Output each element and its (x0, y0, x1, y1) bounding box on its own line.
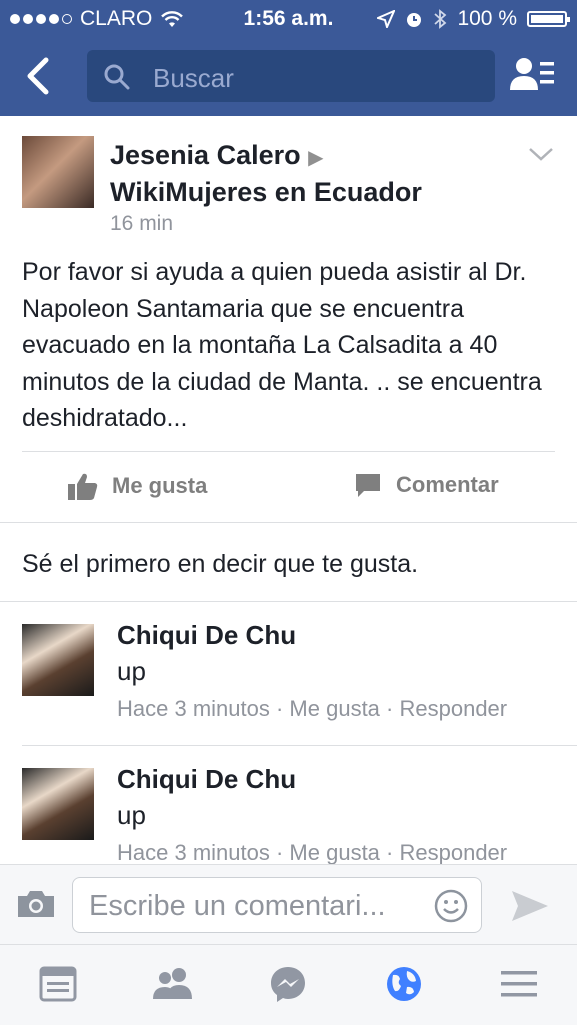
thumbs-up-icon (68, 473, 98, 500)
search-placeholder: Buscar (153, 63, 234, 93)
post-text: Por favor si ayuda a quien pueda asistir… (22, 258, 542, 432)
comment-text: up (117, 656, 146, 686)
emoji-icon[interactable] (433, 888, 469, 924)
camera-icon[interactable] (16, 889, 56, 919)
comment-reply-link[interactable]: Responder (399, 840, 507, 865)
comment-time: Hace 3 minutos (117, 840, 270, 865)
comment-like-link[interactable]: Me gusta (289, 840, 380, 865)
messenger-icon[interactable] (269, 965, 307, 1003)
post-header: Jesenia Calero ▶ WikiMujeres en Ecuador (110, 138, 530, 209)
battery-icon (527, 11, 570, 27)
bluetooth-icon (434, 9, 447, 29)
group-name[interactable]: WikiMujeres en Ecuador (110, 177, 422, 207)
comment-meta: Hace 3 minutos · Me gusta · Responder (117, 696, 508, 721)
comment-item: Chiqui De Chu up Hace 3 minutos · Me gus… (0, 602, 577, 742)
commenter-avatar[interactable] (22, 624, 94, 696)
play-arrow-icon: ▶ (308, 147, 324, 169)
author-name[interactable]: Jesenia Calero (110, 140, 301, 170)
alarm-icon (407, 13, 422, 27)
comment-like-link[interactable]: Me gusta (289, 696, 380, 721)
divider (0, 522, 577, 523)
like-label: Me gusta (112, 473, 208, 498)
send-icon[interactable] (510, 889, 550, 923)
status-bar: CLARO 1:56 a.m. 100 % (0, 0, 577, 36)
comment-input-field[interactable] (72, 877, 482, 933)
top-navigation-bar: Buscar (0, 36, 577, 116)
like-button[interactable]: Me gusta (68, 472, 207, 500)
bottom-tab-bar (0, 944, 577, 1025)
comment-time: Hace 3 minutos (117, 696, 270, 721)
comment-reply-link[interactable]: Responder (399, 696, 507, 721)
search-icon (104, 64, 130, 90)
post-timestamp: 16 min (110, 212, 174, 235)
battery-percent: 100 % (457, 7, 517, 30)
comment-bubble-icon (356, 474, 380, 497)
comment-button[interactable]: Comentar (354, 472, 499, 498)
divider (22, 451, 555, 452)
comment-text: up (117, 800, 146, 830)
friend-requests-icon[interactable] (510, 56, 556, 94)
comment-input[interactable] (87, 888, 431, 924)
back-chevron-icon[interactable] (20, 54, 60, 98)
first-like-prompt: Sé el primero en decir que te gusta. (22, 550, 419, 578)
author-avatar[interactable] (22, 136, 94, 208)
news-feed-icon[interactable] (39, 965, 77, 1003)
commenter-avatar[interactable] (22, 768, 94, 840)
comment-composer (0, 864, 577, 945)
post-options-chevron-icon[interactable] (528, 146, 554, 162)
friends-icon[interactable] (152, 965, 194, 1003)
search-input[interactable]: Buscar (87, 50, 495, 102)
location-icon (377, 10, 396, 28)
commenter-name[interactable]: Chiqui De Chu (117, 620, 296, 651)
commenter-name[interactable]: Chiqui De Chu (117, 764, 296, 795)
comment-meta: Hace 3 minutos · Me gusta · Responder (117, 840, 508, 865)
comment-label: Comentar (396, 472, 499, 497)
globe-icon[interactable] (385, 965, 423, 1003)
menu-icon[interactable] (500, 965, 538, 1003)
